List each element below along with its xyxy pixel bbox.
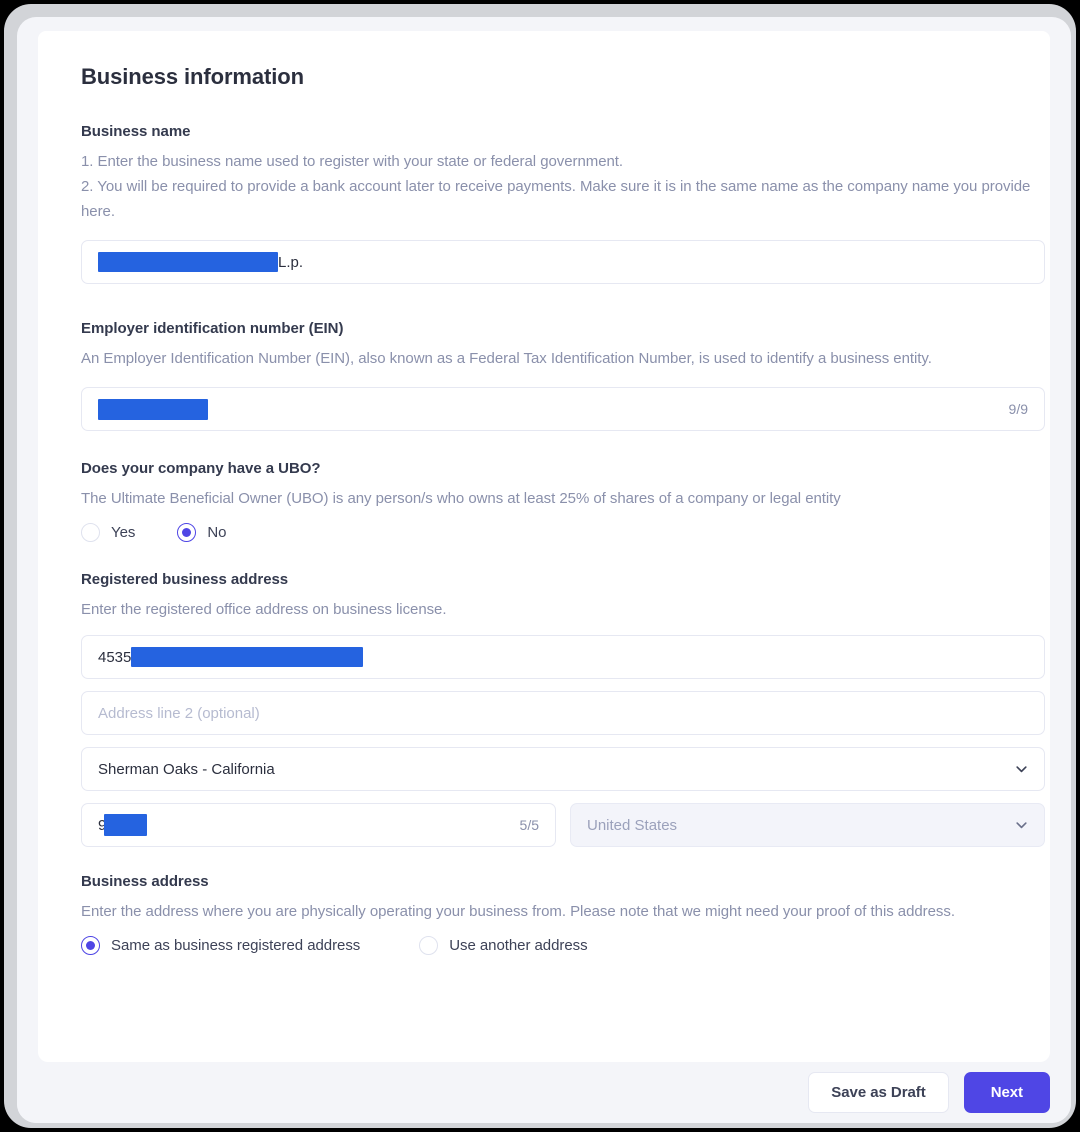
card-content: Business information Business name 1. En… bbox=[81, 64, 1045, 955]
radio-checked-icon bbox=[81, 936, 100, 955]
city-state-value: Sherman Oaks - California bbox=[98, 760, 275, 778]
redaction-bar-ein bbox=[98, 398, 208, 420]
zip-code-input[interactable]: 9 5/5 bbox=[81, 803, 556, 847]
ein-section: Employer identification number (EIN) An … bbox=[81, 320, 1045, 431]
registered-address-line2-placeholder: Address line 2 (optional) bbox=[98, 704, 260, 722]
zip-char-counter: 5/5 bbox=[519, 817, 539, 833]
radio-unchecked-icon bbox=[81, 523, 100, 542]
next-button[interactable]: Next bbox=[963, 1072, 1050, 1113]
ein-input[interactable]: 9/9 bbox=[81, 387, 1045, 431]
ubo-help: The Ultimate Beneficial Owner (UBO) is a… bbox=[81, 490, 841, 507]
business-name-value-suffix: L.p. bbox=[278, 253, 304, 271]
redaction-bar-zip bbox=[104, 814, 148, 836]
device-bezel: Business information Business name 1. En… bbox=[4, 4, 1076, 1128]
business-name-input[interactable]: L.p. bbox=[81, 240, 1045, 284]
radio-checked-icon bbox=[177, 523, 197, 542]
business-address-radio-another-label: Use another address bbox=[449, 937, 588, 954]
chevron-down-icon bbox=[1016, 822, 1027, 829]
country-value: United States bbox=[587, 816, 678, 834]
device-frame: Business information Business name 1. En… bbox=[0, 0, 1080, 1132]
business-address-radio-another[interactable]: Use another address bbox=[419, 936, 588, 955]
redaction-bar-business-name bbox=[98, 252, 278, 272]
chevron-down-icon bbox=[1016, 766, 1027, 773]
zip-country-row: 9 5/5 United States bbox=[81, 803, 1045, 847]
business-address-help: Enter the address where you are physical… bbox=[81, 903, 955, 920]
ubo-radio-group: Yes No bbox=[81, 523, 1045, 542]
registered-address-line1-value: 4535 bbox=[98, 648, 132, 666]
registered-address-line2-input[interactable]: Address line 2 (optional) bbox=[81, 691, 1045, 735]
business-name-help-line1: 1. Enter the business name used to regis… bbox=[81, 153, 624, 170]
ubo-radio-yes[interactable]: Yes bbox=[81, 523, 135, 542]
business-name-label: Business name bbox=[81, 123, 191, 140]
business-name-section: Business name 1. Enter the business name… bbox=[81, 123, 1045, 284]
ein-char-counter: 9/9 bbox=[1008, 401, 1028, 417]
ubo-radio-no-label: No bbox=[207, 524, 227, 541]
ubo-radio-yes-label: Yes bbox=[111, 524, 136, 541]
city-state-select[interactable]: Sherman Oaks - California bbox=[81, 747, 1045, 791]
ubo-radio-no[interactable]: No bbox=[177, 523, 226, 542]
redaction-bar-address-line1 bbox=[131, 647, 364, 667]
footer-action-bar: Save as Draft Next bbox=[17, 1062, 1071, 1123]
country-select[interactable]: United States bbox=[570, 803, 1045, 847]
device-screen: Business information Business name 1. En… bbox=[17, 17, 1071, 1123]
ein-help: An Employer Identification Number (EIN),… bbox=[81, 350, 932, 367]
business-address-radio-group: Same as business registered address Use … bbox=[81, 936, 1045, 955]
page-title: Business information bbox=[81, 64, 304, 89]
ubo-section: Does your company have a UBO? The Ultima… bbox=[81, 460, 1045, 542]
business-address-label: Business address bbox=[81, 873, 209, 890]
ubo-label: Does your company have a UBO? bbox=[81, 460, 321, 477]
registered-address-line1-input[interactable]: 4535 bbox=[81, 635, 1045, 679]
registered-address-label: Registered business address bbox=[81, 571, 289, 588]
business-name-help-line2: 2. You will be required to provide a ban… bbox=[81, 178, 1031, 220]
save-as-draft-button[interactable]: Save as Draft bbox=[808, 1072, 949, 1113]
registered-address-help: Enter the registered office address on b… bbox=[81, 601, 447, 618]
radio-unchecked-icon bbox=[419, 936, 439, 955]
registered-address-section: Registered business address Enter the re… bbox=[81, 571, 1045, 847]
business-address-radio-same[interactable]: Same as business registered address bbox=[81, 936, 360, 955]
ein-label: Employer identification number (EIN) bbox=[81, 320, 344, 337]
business-address-section: Business address Enter the address where… bbox=[81, 873, 1045, 955]
business-information-card: Business information Business name 1. En… bbox=[38, 31, 1050, 1062]
business-address-radio-same-label: Same as business registered address bbox=[111, 937, 361, 954]
